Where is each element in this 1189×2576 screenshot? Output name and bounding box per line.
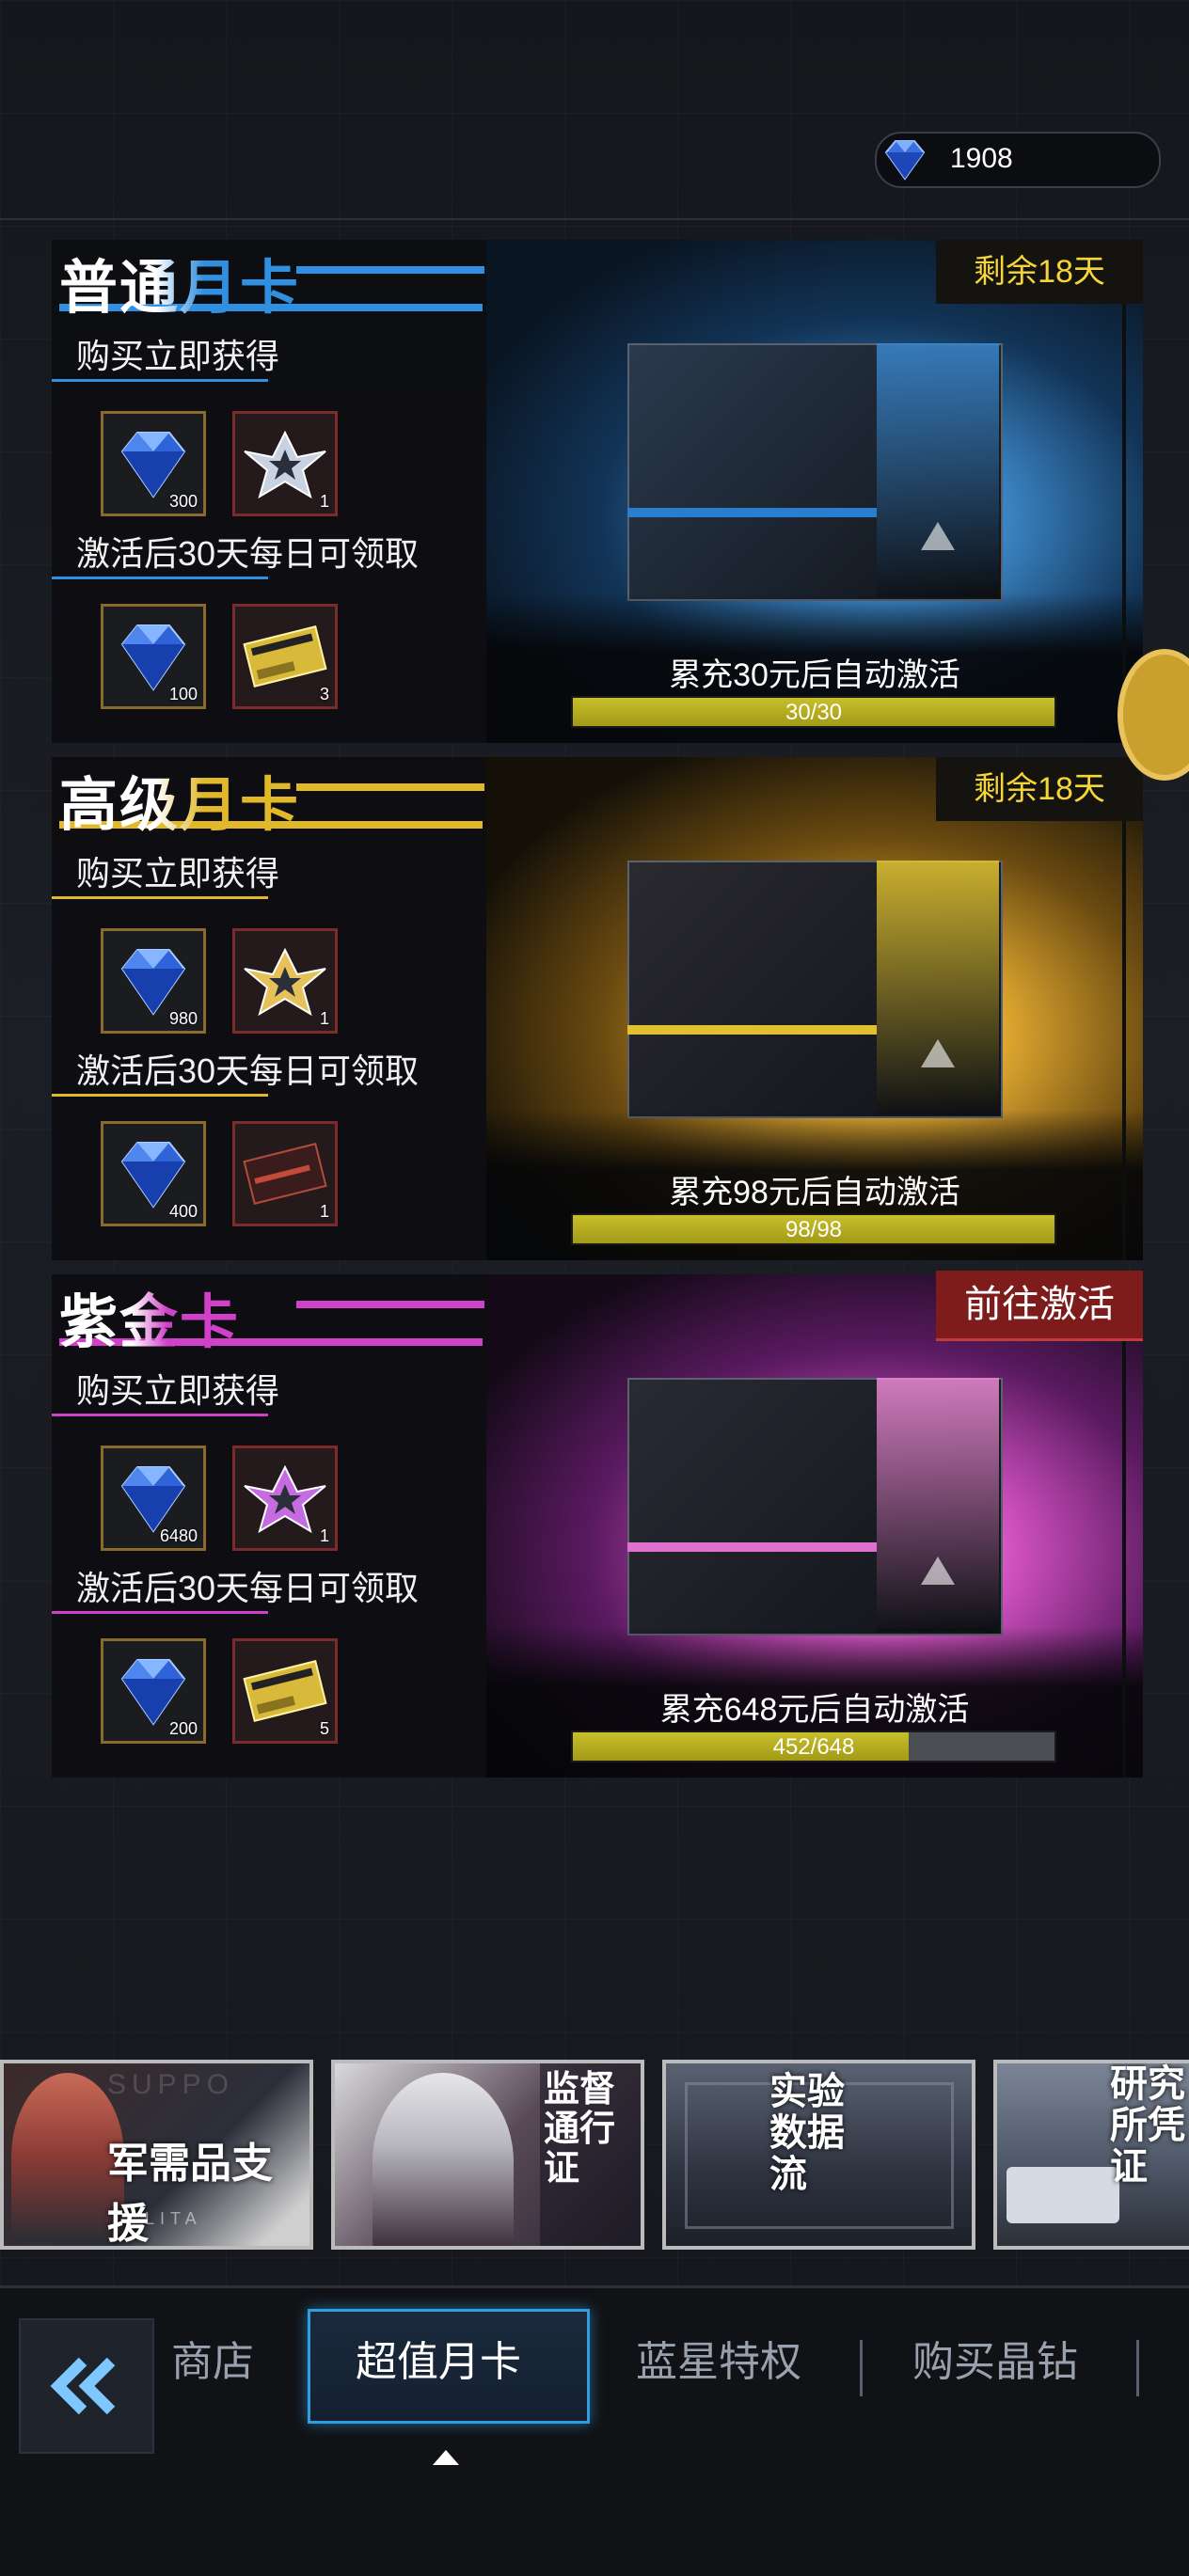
section-underline: [52, 1414, 268, 1416]
title-stripe: [296, 1301, 484, 1308]
item-qty: 400: [168, 1202, 198, 1221]
header-divider: [0, 218, 1189, 220]
reward-item[interactable]: 5: [232, 1638, 338, 1744]
double-chevron-left-icon: [50, 2357, 116, 2415]
tab-shop[interactable]: 商店: [171, 2328, 254, 2388]
reward-item[interactable]: 1: [232, 1446, 338, 1551]
tab-bluestar-privilege[interactable]: 蓝星特权: [636, 2328, 801, 2388]
triangle-emblem-icon: [921, 1039, 955, 1067]
reward-item[interactable]: 300: [101, 411, 206, 516]
diamond-icon: [884, 140, 926, 181]
item-qty: 1: [319, 492, 329, 511]
reward-item[interactable]: 980: [101, 928, 206, 1034]
section-underline: [52, 379, 268, 382]
item-qty: 100: [168, 685, 198, 703]
card-rewards-panel: 普通月卡购买立即获得 300 1 激活后30天每日可领取 100 3: [52, 240, 486, 743]
card-preview-panel[interactable]: 累充648元后自动激活 452/648: [486, 1274, 1143, 1778]
promo-data-stream[interactable]: 实验数据流: [662, 2060, 975, 2250]
title-stripe: [296, 266, 484, 274]
reward-item[interactable]: 3: [232, 604, 338, 709]
back-button[interactable]: [19, 2318, 154, 2454]
tab-separator: [1136, 2340, 1139, 2396]
progress-text: 30/30: [785, 700, 843, 725]
daily-section-label: 激活后30天每日可领取: [76, 1051, 420, 1090]
card-rewards-panel: 高级月卡购买立即获得 980 1 激活后30天每日可领取 400 1: [52, 757, 486, 1260]
instant-section-label: 购买立即获得: [76, 854, 280, 893]
item-qty: 1: [319, 1526, 329, 1545]
tab-monthly-card[interactable]: 超值月卡: [356, 2328, 521, 2388]
remaining-days-badge: 剩余18天: [936, 757, 1143, 821]
activation-condition: 累充30元后自动激活: [669, 657, 960, 693]
promo-sub-text: LITA: [145, 2209, 202, 2228]
activation-condition: 累充648元后自动激活: [659, 1692, 970, 1728]
currency-amount: 1908: [950, 143, 1013, 174]
item-qty: 980: [168, 1009, 198, 1028]
triangle-emblem-icon: [921, 522, 955, 550]
promo-pass[interactable]: 监督通行证: [331, 2060, 644, 2250]
card-art: [627, 343, 1003, 601]
progress-bar: 30/30: [571, 696, 1056, 728]
reward-item[interactable]: 400: [101, 1121, 206, 1226]
promo-banner-row: SUPPO 军需品支援 LITA 监督通行证 实验数据流 研究所凭证: [0, 2060, 1189, 2257]
card-title: 紫金卡: [59, 1274, 240, 1359]
promo-title: 实验数据流: [769, 2069, 845, 2196]
card-rewards-panel: 紫金卡购买立即获得 6480 1 激活后30天每日可领取 200 5: [52, 1274, 486, 1778]
section-underline: [52, 577, 268, 579]
reward-item[interactable]: 1: [232, 411, 338, 516]
daily-section-label: 激活后30天每日可领取: [76, 1569, 420, 1607]
promo-bg-text: SUPPO: [107, 2069, 235, 2100]
reward-item[interactable]: 100: [101, 604, 206, 709]
remaining-days-badge: 剩余18天: [936, 240, 1143, 304]
promo-supply[interactable]: SUPPO 军需品支援 LITA: [0, 2060, 313, 2250]
card-art: [627, 1378, 1003, 1636]
go-activate-button[interactable]: 前往激活: [936, 1271, 1143, 1341]
section-underline: [52, 1611, 268, 1614]
progress-text: 98/98: [785, 1217, 843, 1242]
instant-section-label: 购买立即获得: [76, 337, 280, 375]
reward-item[interactable]: 200: [101, 1638, 206, 1744]
currency-display: 1908: [875, 132, 1161, 188]
card-preview-panel[interactable]: 累充98元后自动激活 98/98: [486, 757, 1143, 1260]
item-qty: 1: [319, 1202, 329, 1221]
triangle-emblem-icon: [921, 1557, 955, 1585]
item-qty: 6480: [159, 1526, 198, 1545]
tab-buy-crystal[interactable]: 购买晶钻: [912, 2328, 1078, 2388]
progress-bar: 98/98: [571, 1213, 1056, 1245]
title-stripe: [296, 783, 484, 791]
active-tab-indicator: [433, 2450, 459, 2465]
progress-text: 452/648: [772, 1734, 855, 1760]
activation-condition: 累充98元后自动激活: [669, 1175, 960, 1210]
section-underline: [52, 896, 268, 899]
daily-section-label: 激活后30天每日可领取: [76, 534, 420, 573]
instant-section-label: 购买立即获得: [76, 1371, 280, 1410]
card-art: [627, 861, 1003, 1118]
promo-title: 军需品支援: [107, 2140, 273, 2248]
promo-title: 监督通行证: [544, 2067, 616, 2189]
item-qty: 5: [319, 1719, 329, 1738]
progress-bar: 452/648: [571, 1731, 1056, 1762]
item-qty: 1: [319, 1009, 329, 1028]
month-card: 普通月卡购买立即获得 300 1 激活后30天每日可领取 100 3 累充30元后自动激活 3…: [52, 240, 1143, 743]
bottom-nav: 商店 超值月卡 蓝星特权 购买晶钻: [0, 2285, 1189, 2576]
item-qty: 300: [168, 492, 198, 511]
promo-research[interactable]: 研究所凭证: [993, 2060, 1189, 2250]
card-title: 普通月卡: [59, 240, 300, 324]
reward-item[interactable]: 1: [232, 928, 338, 1034]
reward-item[interactable]: 1: [232, 1121, 338, 1226]
card-title: 高级月卡: [59, 757, 300, 842]
item-qty: 200: [168, 1719, 198, 1738]
character-portrait: [373, 2073, 514, 2246]
section-underline: [52, 1094, 268, 1097]
item-qty: 3: [319, 685, 329, 703]
month-card: 高级月卡购买立即获得 980 1 激活后30天每日可领取 400 1 累充98元后自动激活 9…: [52, 757, 1143, 1260]
reward-item[interactable]: 6480: [101, 1446, 206, 1551]
promo-title: 研究所凭证: [1110, 2062, 1185, 2189]
tab-separator: [860, 2340, 863, 2396]
card-preview-panel[interactable]: 累充30元后自动激活 30/30: [486, 240, 1143, 743]
month-card: 紫金卡购买立即获得 6480 1 激活后30天每日可领取 200 5 累充648元后自动激活…: [52, 1271, 1143, 1778]
